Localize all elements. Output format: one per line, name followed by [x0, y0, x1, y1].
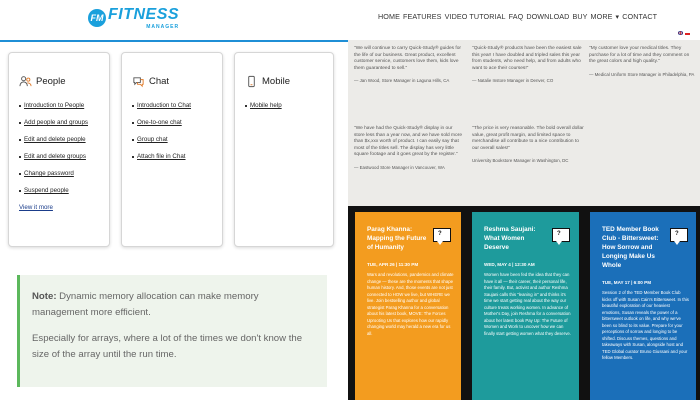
testimonial: "Quick-Study® products have been the eas… [472, 46, 584, 85]
nav-more[interactable]: MORE [591, 12, 613, 21]
chat-icon [133, 77, 144, 88]
link-attach-file[interactable]: Attach file in Chat [137, 153, 186, 160]
event-date: WED, MAY 4 | 12:30 AM [484, 262, 535, 267]
brand-name: FITNESS [108, 6, 180, 23]
event-title[interactable]: Parag Khanna: Mapping the Future of Huma… [367, 225, 430, 252]
chat-bubble-icon: ? [670, 228, 688, 245]
event-date: TUE, MAY 17 | 6:00 PM [602, 280, 652, 285]
note-paragraph-1: Note: Dynamic memory allocation can make… [32, 289, 315, 321]
brand-badge: FM [88, 9, 106, 27]
brand-logo[interactable]: FM FITNESS MANAGER [88, 6, 179, 30]
main-nav: HOME FEATURES VIDEO TUTORIAL FAQ DOWNLOA… [378, 12, 657, 21]
testimonial-text: "We will continue to carry Quick-Study® … [354, 46, 461, 71]
testimonial-author: — Jan Wood, Store Manager in Laguna Hill… [354, 78, 450, 83]
nav-video-tutorial[interactable]: VIDEO TUTORIAL [445, 12, 506, 21]
note-text-2: Especially for arrays, where a lot of th… [32, 333, 303, 360]
nav-download[interactable]: DOWNLOAD [526, 12, 569, 21]
note-box: Note: Dynamic memory allocation can make… [17, 275, 327, 387]
card-mobile: Mobile Mobile help [234, 52, 334, 247]
testimonial: "We will continue to carry Quick-Study® … [354, 46, 464, 85]
link-intro-chat[interactable]: Introduction to Chat [137, 102, 191, 109]
nav-home[interactable]: HOME [378, 12, 400, 21]
list-item: Mobile help [245, 102, 323, 109]
link-mobile-help[interactable]: Mobile help [250, 102, 282, 109]
language-flags[interactable] [678, 31, 690, 35]
card-chat: Chat Introduction to Chat One-to-one cha… [121, 52, 223, 247]
testimonial-author: — Eastwood Store Manager in Vancouver, W… [354, 164, 445, 170]
card-title-mobile: Mobile [262, 76, 290, 87]
testimonial: "My customer love your medical titles. T… [589, 46, 695, 78]
list-item: Attach file in Chat [132, 153, 212, 160]
testimonial-text: "The price is very reasonable. The bold … [472, 126, 584, 151]
event-description: Session 2 of the TED Member Book Club ki… [602, 290, 689, 360]
card-title-people: People [36, 76, 66, 87]
people-icon [19, 76, 32, 87]
list-item: Suspend people [19, 187, 99, 194]
chat-link-list: Introduction to Chat One-to-one chat Gro… [132, 102, 212, 160]
top-bar: FM FITNESS MANAGER HOME FEATURES VIDEO T… [0, 0, 700, 40]
testimonial: "We have had the Quick-Study® display in… [354, 126, 464, 171]
testimonial-text: "We have had the Quick-Study® display in… [354, 126, 462, 157]
card-title-chat: Chat [149, 76, 170, 87]
list-item: Edit and delete people [19, 136, 99, 143]
event-date: TUE, APR 26 | 11:30 PM [367, 262, 419, 267]
link-edit-people[interactable]: Edit and delete people [24, 136, 86, 143]
card-people: People Introduction to People Add people… [8, 52, 110, 247]
link-add-people[interactable]: Add people and groups [24, 119, 88, 126]
list-item: Introduction to People [19, 102, 99, 109]
people-link-list: Introduction to People Add people and gr… [19, 102, 99, 194]
event-card[interactable]: ? TED Member Book Club - Bittersweet: Ho… [590, 212, 696, 400]
nav-faq[interactable]: FAQ [509, 12, 524, 21]
mobile-link-list: Mobile help [245, 102, 323, 109]
note-text-1: Dynamic memory allocation can make memor… [32, 291, 259, 318]
link-one-to-one-chat[interactable]: One-to-one chat [137, 119, 182, 126]
testimonial: "The price is very reasonable. The bold … [472, 126, 584, 165]
list-item: Introduction to Chat [132, 102, 212, 109]
brand-sub: MANAGER [146, 24, 180, 30]
testimonial-text: "Quick-Study® products have been the eas… [472, 46, 582, 71]
view-more-link[interactable]: View it more [19, 204, 99, 211]
list-item: Edit and delete groups [19, 153, 99, 160]
event-title[interactable]: TED Member Book Club - Bittersweet: How … [602, 225, 665, 270]
testimonial-text: "My customer love your medical titles. T… [589, 46, 690, 64]
link-edit-groups[interactable]: Edit and delete groups [24, 153, 86, 160]
link-group-chat[interactable]: Group chat [137, 136, 168, 143]
testimonial-author: University Bookstore Manager in Washingt… [472, 158, 569, 163]
note-label: Note: [32, 291, 57, 302]
testimonial-author: — Medical Uniform Store Manager in Phila… [589, 71, 695, 77]
list-item: Add people and groups [19, 119, 99, 126]
chat-bubble-icon: ? [552, 228, 570, 245]
list-item: Group chat [132, 136, 212, 143]
nav-buy[interactable]: BUY [572, 12, 587, 21]
nav-contact[interactable]: CONTACT [622, 12, 657, 21]
event-description: Wars and revolutions, pandemics and clim… [367, 272, 454, 336]
list-item: Change password [19, 170, 99, 177]
flag-icon[interactable] [685, 31, 690, 35]
uk-flag-icon[interactable] [678, 31, 683, 35]
chevron-down-icon[interactable]: ▾ [616, 12, 620, 21]
mobile-icon [248, 75, 255, 88]
link-suspend-people[interactable]: Suspend people [24, 187, 69, 194]
nav-features[interactable]: FEATURES [403, 12, 442, 21]
list-item: One-to-one chat [132, 119, 212, 126]
link-intro-people[interactable]: Introduction to People [24, 102, 84, 109]
event-description: Women have been fed the idea that they c… [484, 272, 571, 336]
chat-bubble-icon: ? [433, 228, 451, 245]
page: FM FITNESS MANAGER HOME FEATURES VIDEO T… [0, 0, 700, 400]
event-card[interactable]: ? Parag Khanna: Mapping the Future of Hu… [355, 212, 461, 400]
event-card[interactable]: ? Reshma Saujani: What Women Deserve WED… [472, 212, 579, 400]
event-title[interactable]: Reshma Saujani: What Women Deserve [484, 225, 547, 252]
testimonial-author: — Natalie Instore Manager in Denver, CO [472, 78, 554, 83]
header-divider [0, 40, 348, 42]
link-change-password[interactable]: Change password [24, 170, 74, 177]
